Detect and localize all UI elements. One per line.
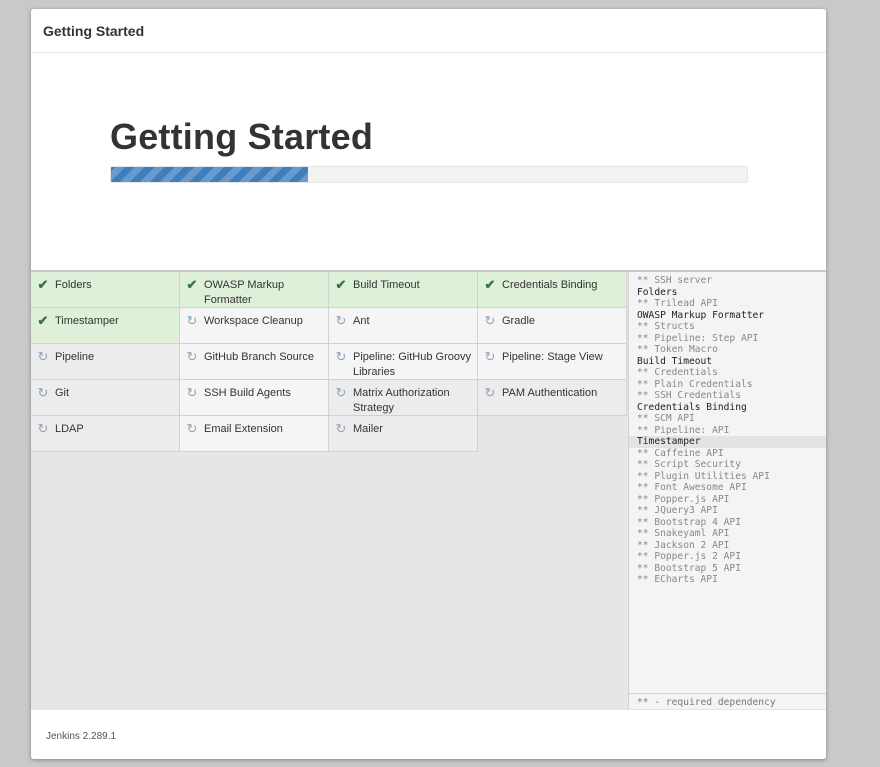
jenkins-version: Jenkins 2.289.1	[46, 731, 117, 742]
dependency-plugin-header: Folders	[637, 286, 678, 298]
plugin-item: ✔ Build Timeout	[329, 272, 478, 308]
plugin-label: PAM Authentication	[502, 387, 598, 399]
dependency-line: ** Popper.js API	[637, 493, 730, 505]
dependency-list: ** SSH server Folders ** Trilead API OWASP …	[629, 272, 826, 586]
plugin-label: Workspace Cleanup	[204, 315, 303, 327]
plugin-label: GitHub Branch Source	[204, 351, 315, 363]
check-icon: ✔	[484, 277, 496, 292]
plugin-item: ↻ Pipeline	[31, 344, 180, 380]
plugin-label: Matrix Authorization Strategy	[353, 387, 450, 414]
dependency-line: ** Bootstrap 5 API	[637, 562, 741, 574]
setup-wizard-dialog: Getting Started Getting Started ✔ Folders…	[31, 9, 826, 759]
plugin-item: ↻ SSH Build Agents	[180, 380, 329, 416]
plugin-label: LDAP	[55, 423, 84, 435]
refresh-icon: ↻	[335, 385, 347, 400]
plugin-label: Credentials Binding	[502, 279, 598, 291]
dependency-log[interactable]: ** SSH server Folders ** Trilead API OWASP …	[628, 272, 826, 710]
dependency-line: ** Script Security	[637, 459, 741, 470]
plugin-item: ↻ Email Extension	[180, 416, 329, 452]
refresh-icon: ↻	[484, 313, 496, 328]
dialog-footer: Jenkins 2.289.1	[31, 709, 826, 759]
dependency-line: ** Credentials	[637, 367, 718, 378]
dependency-line: ** Caffeine API	[637, 447, 724, 459]
dialog-header: Getting Started	[31, 9, 826, 53]
plugin-label: Pipeline: Stage View	[502, 351, 603, 363]
refresh-icon: ↻	[186, 421, 198, 436]
dependency-line: ** Trilead API	[637, 298, 718, 309]
plugin-item: ↻ Pipeline: Stage View	[478, 344, 627, 380]
plugin-label: SSH Build Agents	[204, 387, 291, 399]
plugin-label: Email Extension	[204, 423, 283, 435]
hero-section: Getting Started	[31, 53, 826, 270]
refresh-icon: ↻	[186, 349, 198, 364]
dependency-line: ** Pipeline: Step API	[637, 332, 759, 344]
plugin-label: Pipeline	[55, 351, 95, 363]
plugin-item: ↻ Mailer	[329, 416, 478, 452]
dependency-line: ** Structs	[637, 321, 695, 332]
plugin-label: Gradle	[502, 315, 536, 327]
plugin-label: Build Timeout	[353, 279, 420, 291]
dependency-line: ** ECharts API	[637, 574, 718, 585]
plugin-item: ✔ OWASP Markup Formatter	[180, 272, 329, 308]
plugin-item: ↻ Workspace Cleanup	[180, 308, 329, 344]
plugin-item: ✔ Credentials Binding	[478, 272, 627, 308]
plugin-item: ↻ GitHub Branch Source	[180, 344, 329, 380]
check-icon: ✔	[186, 277, 198, 292]
dependency-line: ** Token Macro	[637, 344, 718, 355]
dependency-legend: ** - required dependency	[629, 693, 826, 710]
plugin-item: ↻ Matrix Authorization Strategy	[329, 380, 478, 416]
dependency-line: ** SSH Credentials	[637, 390, 741, 401]
plugin-grid: ✔ Folders ✔ OWASP Markup Formatter ✔ Build Ti…	[31, 272, 628, 452]
plugin-item: ✔ Timestamper	[31, 308, 180, 344]
refresh-icon: ↻	[37, 421, 49, 436]
dependency-line: ** Snakeyaml API	[637, 528, 730, 539]
plugin-label: Pipeline: GitHub Groovy Libraries	[353, 351, 471, 378]
plugin-label: Ant	[353, 315, 370, 327]
refresh-icon: ↻	[484, 385, 496, 400]
dependency-line: ** SCM API	[637, 413, 695, 424]
plugin-item: ↻ Pipeline: GitHub Groovy Libraries	[329, 344, 478, 380]
plugin-label: Timestamper	[55, 315, 119, 327]
plugin-item: ↻ Git	[31, 380, 180, 416]
plugin-label: Git	[55, 387, 70, 399]
dependency-line: ** Bootstrap 4 API	[637, 516, 741, 528]
dependency-plugin-header: Credentials Binding	[637, 401, 747, 413]
plugin-item: ↻ Gradle	[478, 308, 627, 344]
plugin-item: ↻ Ant	[329, 308, 478, 344]
dialog-title: Getting Started	[43, 23, 145, 39]
install-panel: ✔ Folders ✔ OWASP Markup Formatter ✔ Build Ti…	[31, 270, 826, 710]
install-progress-fill	[111, 167, 309, 182]
refresh-icon: ↻	[37, 349, 49, 364]
plugin-label: Mailer	[353, 423, 383, 435]
dependency-line: ** Pipeline: API	[637, 424, 730, 436]
dependency-line: ** SSH server	[637, 275, 713, 286]
dependency-plugin-header: Build Timeout	[637, 355, 713, 367]
check-icon: ✔	[335, 277, 347, 292]
refresh-icon: ↻	[186, 385, 198, 400]
refresh-icon: ↻	[335, 421, 347, 436]
dependency-plugin-header: OWASP Markup Formatter	[637, 309, 765, 321]
plugin-label: OWASP Markup Formatter	[204, 279, 285, 306]
dependency-line: ** Plain Credentials	[637, 378, 753, 390]
dependency-plugin-header: Timestamper	[629, 436, 826, 448]
dependency-line: ** Font Awesome API	[637, 482, 747, 493]
plugin-item: ↻ PAM Authentication	[478, 380, 627, 416]
dependency-line: ** Jackson 2 API	[637, 539, 730, 551]
refresh-icon: ↻	[484, 349, 496, 364]
plugin-item: ✔ Folders	[31, 272, 180, 308]
dependency-line: ** Popper.js 2 API	[637, 551, 741, 562]
refresh-icon: ↻	[335, 349, 347, 364]
dependency-line: ** Plugin Utilities API	[637, 470, 770, 482]
refresh-icon: ↻	[335, 313, 347, 328]
page-title: Getting Started	[110, 116, 374, 157]
check-icon: ✔	[37, 313, 49, 328]
plugin-item: ↻ LDAP	[31, 416, 180, 452]
refresh-icon: ↻	[186, 313, 198, 328]
check-icon: ✔	[37, 277, 49, 292]
install-progress-bar	[110, 166, 748, 183]
dependency-line: ** JQuery3 API	[637, 505, 718, 516]
plugin-label: Folders	[55, 279, 92, 291]
refresh-icon: ↻	[37, 385, 49, 400]
